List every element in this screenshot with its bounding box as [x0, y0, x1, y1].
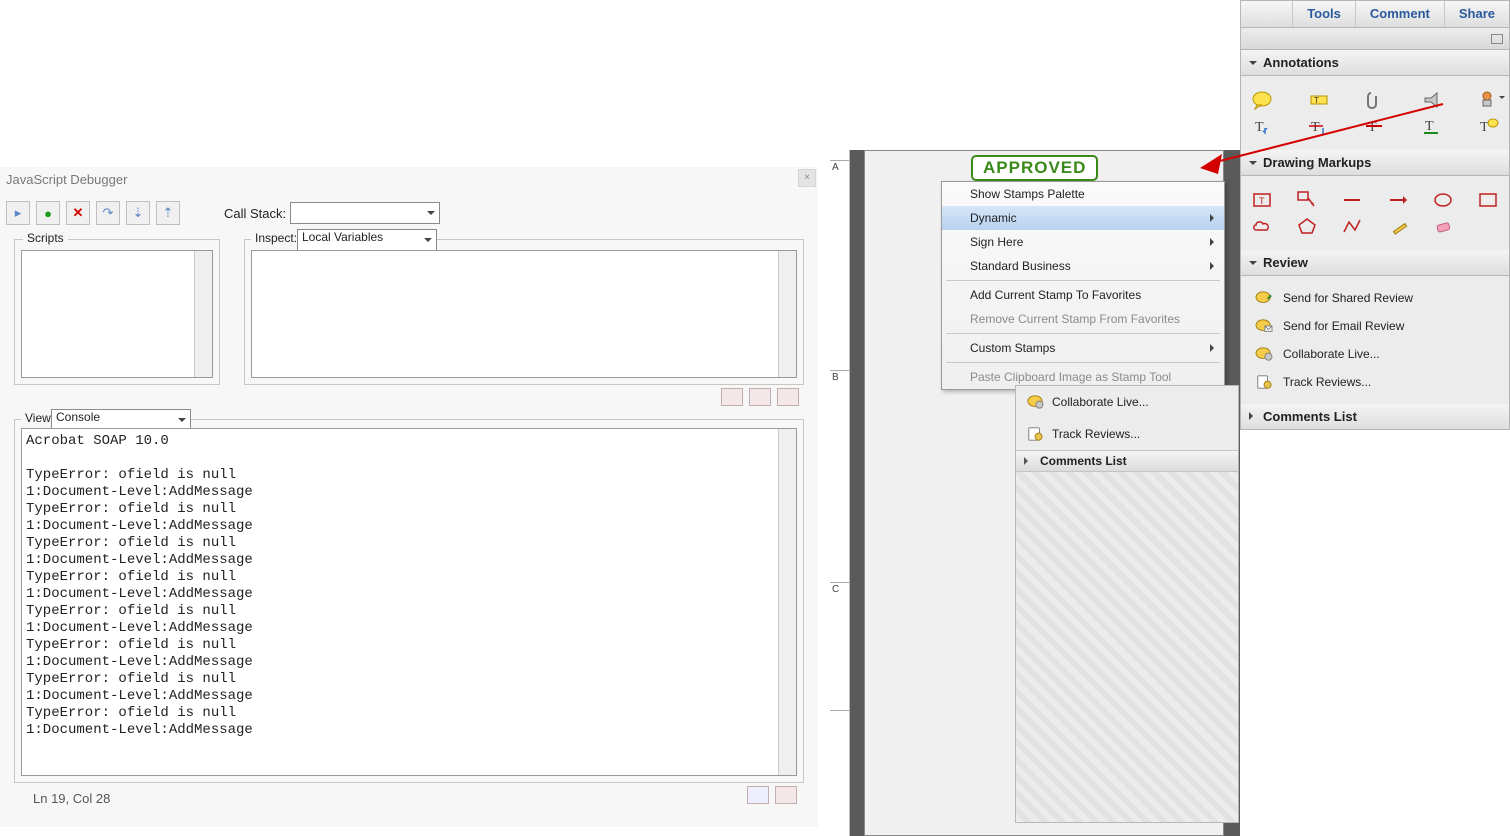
text-box-tool[interactable]: T [1251, 190, 1273, 210]
status-bar: Ln 19, Col 28 [33, 791, 110, 806]
scripts-fieldset: Scripts [14, 239, 220, 385]
connected-lines-tool[interactable] [1341, 216, 1363, 236]
menu-add-favorite[interactable]: Add Current Stamp To Favorites [942, 283, 1224, 307]
right-side-panel: Tools Comment Share Annotations T T T T … [1240, 0, 1510, 836]
review-body: Send for Shared Review Send for Email Re… [1240, 276, 1510, 404]
step-out-button[interactable]: ⇡ [156, 201, 180, 225]
console-tool-1[interactable] [747, 786, 769, 804]
strikethrough-tool[interactable]: T [1364, 116, 1386, 136]
email-review-icon [1255, 318, 1273, 334]
attach-file-tool[interactable] [1364, 90, 1386, 110]
menu-dynamic[interactable]: Dynamic [942, 206, 1224, 230]
menu-remove-favorite: Remove Current Stamp From Favorites [942, 307, 1224, 331]
js-debugger-window: JavaScript Debugger × ▸ ● ✕ ↷ ⇣ ⇡ Call S… [0, 167, 818, 827]
review-sub-panel: Collaborate Live... Track Reviews... Com… [1015, 385, 1239, 823]
console-output[interactable]: Acrobat SOAP 10.0 TypeError: ofield is n… [21, 428, 797, 776]
inspect-tool-2[interactable] [749, 388, 771, 406]
inspect-tool-1[interactable] [721, 388, 743, 406]
section-drawing[interactable]: Drawing Markups [1240, 150, 1510, 176]
right-panel-tabs: Tools Comment Share [1240, 0, 1510, 28]
window-title: JavaScript Debugger [0, 167, 818, 193]
collaborate-icon [1255, 346, 1273, 362]
menu-sign-here[interactable]: Sign Here [942, 230, 1224, 254]
svg-text:T: T [1368, 120, 1377, 135]
console-trash-button[interactable] [775, 786, 797, 804]
section-review[interactable]: Review [1240, 250, 1510, 276]
track-reviews[interactable]: Track Reviews... [1251, 368, 1499, 396]
menu-separator [946, 362, 1220, 363]
step-into-button[interactable]: ⇣ [126, 201, 150, 225]
tab-tools[interactable]: Tools [1292, 1, 1355, 27]
annotations-body: T T T T T T [1240, 76, 1510, 150]
panel-options-strip[interactable] [1240, 28, 1510, 50]
track-reviews-item[interactable]: Track Reviews... [1016, 418, 1238, 450]
step-over-button[interactable]: ↷ [96, 201, 120, 225]
resume-button[interactable]: ▸ [6, 201, 30, 225]
inspect-tool-3[interactable] [777, 388, 799, 406]
highlight-tool[interactable]: T [1308, 90, 1330, 110]
document-page[interactable]: APPROVED Show Stamps Palette Dynamic Sig… [864, 150, 1224, 836]
underline-tool[interactable]: T [1421, 116, 1443, 136]
svg-text:T: T [1255, 120, 1264, 135]
comments-list-body [1016, 472, 1238, 822]
menu-standard-business[interactable]: Standard Business [942, 254, 1224, 278]
svg-text:T: T [1425, 119, 1434, 134]
collaborate-live[interactable]: Collaborate Live... [1251, 340, 1499, 368]
comments-list-header[interactable]: Comments List [1016, 450, 1238, 472]
inspect-fieldset: Inspect: Local Variables [244, 239, 804, 385]
collaborate-icon [1026, 394, 1044, 410]
add-note-to-text-tool[interactable]: T [1477, 116, 1499, 136]
tab-share[interactable]: Share [1444, 1, 1509, 27]
shared-review-icon [1255, 290, 1273, 306]
svg-text:T: T [1314, 96, 1319, 105]
scripts-legend: Scripts [23, 231, 68, 245]
inspect-legend: Inspect: [251, 231, 301, 245]
section-comments[interactable]: Comments List [1240, 404, 1510, 430]
cloud-tool[interactable] [1251, 216, 1273, 236]
replace-text-tool[interactable]: T [1308, 116, 1330, 136]
view-fieldset: View: Console Acrobat SOAP 10.0 TypeErro… [14, 419, 804, 783]
eraser-tool[interactable] [1432, 216, 1454, 236]
menu-separator [946, 280, 1220, 281]
svg-text:T: T [1259, 196, 1265, 206]
arrow-tool[interactable] [1387, 190, 1409, 210]
insert-text-tool[interactable]: T [1251, 116, 1273, 136]
sticky-note-tool[interactable] [1251, 90, 1273, 110]
menu-custom-stamps[interactable]: Custom Stamps [942, 336, 1224, 360]
drawing-body: T [1240, 176, 1510, 250]
run-button[interactable]: ● [36, 201, 60, 225]
callstack-label: Call Stack: [224, 206, 286, 221]
inspect-dropdown[interactable]: Local Variables [297, 229, 437, 251]
approved-stamp[interactable]: APPROVED [971, 155, 1098, 181]
document-area: A B C APPROVED Show Stamps Palette Dynam… [850, 150, 1240, 836]
pencil-tool[interactable] [1387, 216, 1409, 236]
stamp-context-menu: Show Stamps Palette Dynamic Sign Here St… [941, 181, 1225, 390]
close-button[interactable]: × [798, 169, 816, 187]
collaborate-live-item[interactable]: Collaborate Live... [1016, 386, 1238, 418]
callstack-dropdown[interactable] [290, 202, 440, 224]
inspect-listbox[interactable] [251, 250, 797, 378]
menu-separator [946, 333, 1220, 334]
stop-button[interactable]: ✕ [66, 201, 90, 225]
record-audio-tool[interactable] [1421, 90, 1443, 110]
menu-show-stamps-palette[interactable]: Show Stamps Palette [942, 182, 1224, 206]
scripts-listbox[interactable] [21, 250, 213, 378]
rectangle-tool[interactable] [1477, 190, 1499, 210]
svg-text:T: T [1311, 120, 1320, 135]
polygon-tool[interactable] [1296, 216, 1318, 236]
send-email-review[interactable]: Send for Email Review [1251, 312, 1499, 340]
track-icon [1255, 374, 1273, 390]
line-tool[interactable] [1341, 190, 1363, 210]
section-annotations[interactable]: Annotations [1240, 50, 1510, 76]
stamp-tool[interactable] [1477, 90, 1499, 110]
callout-tool[interactable] [1296, 190, 1318, 210]
send-shared-review[interactable]: Send for Shared Review [1251, 284, 1499, 312]
vertical-ruler: A B C [830, 150, 850, 836]
track-icon [1026, 426, 1044, 442]
tab-comment[interactable]: Comment [1355, 1, 1444, 27]
oval-tool[interactable] [1432, 190, 1454, 210]
